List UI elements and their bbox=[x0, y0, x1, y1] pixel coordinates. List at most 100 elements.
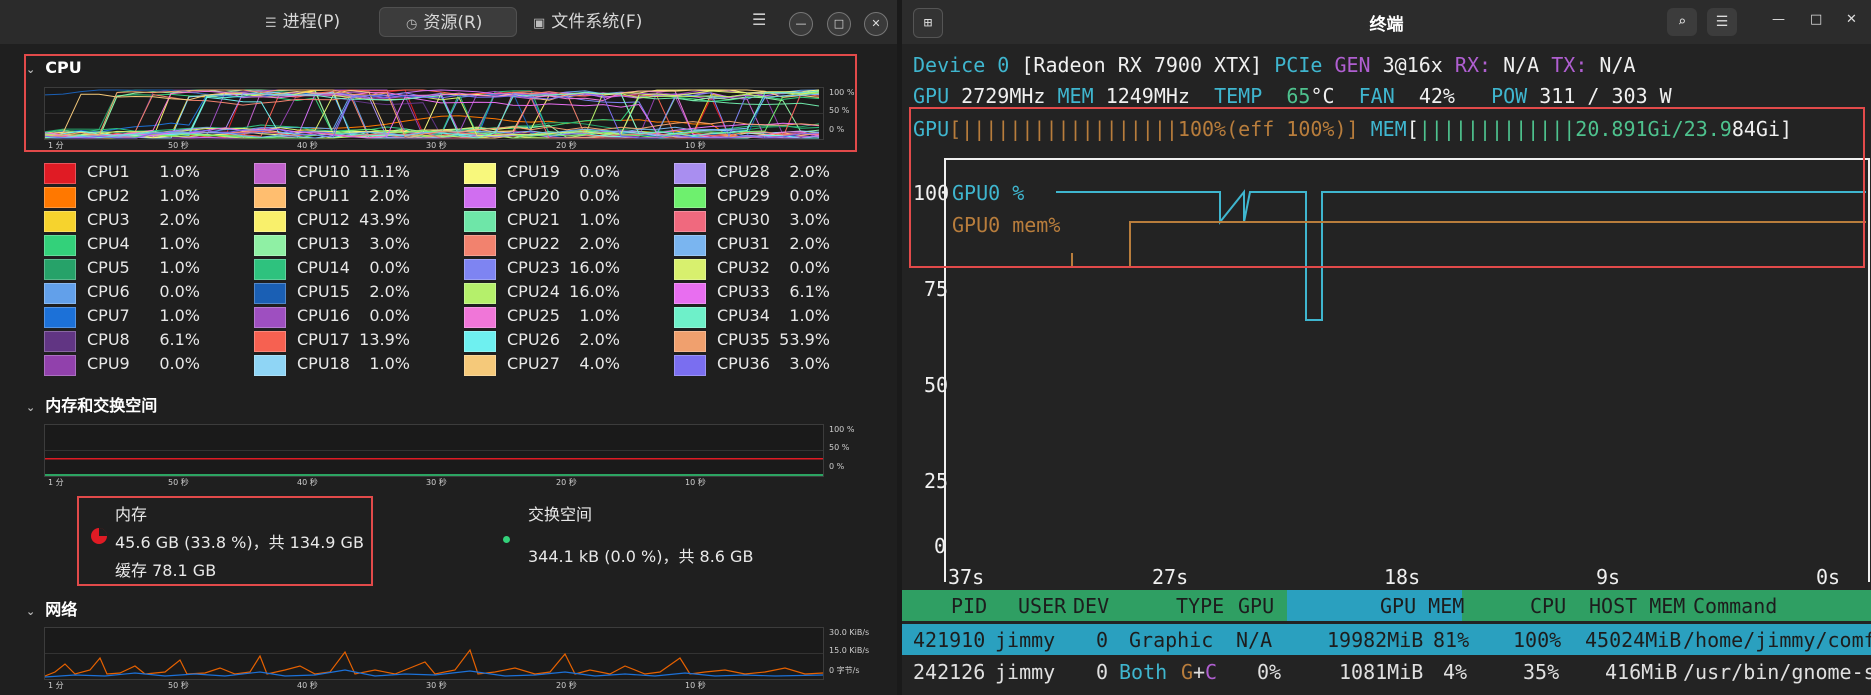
cpu-core-item[interactable]: CPU18 1.0% bbox=[254, 352, 454, 376]
col-dev[interactable]: DEV bbox=[1073, 594, 1109, 618]
cpu-color-swatch[interactable] bbox=[464, 307, 496, 328]
cpu-core-item[interactable]: CPU12 43.9% bbox=[254, 208, 454, 232]
cpu-color-swatch[interactable] bbox=[44, 235, 76, 256]
cpu-core-item[interactable]: CPU17 13.9% bbox=[254, 328, 454, 352]
cpu-color-swatch[interactable] bbox=[44, 163, 76, 184]
cpu-color-swatch[interactable] bbox=[44, 331, 76, 352]
col-command[interactable]: Command bbox=[1693, 594, 1777, 618]
cpu-color-swatch[interactable] bbox=[674, 163, 706, 184]
cpu-core-item[interactable]: CPU9 0.0% bbox=[44, 352, 244, 376]
minimize-button[interactable]: — bbox=[789, 12, 813, 36]
cpu-color-swatch[interactable] bbox=[44, 187, 76, 208]
cpu-color-swatch[interactable] bbox=[464, 163, 496, 184]
cpu-core-usage: 43.9% bbox=[359, 210, 410, 229]
cpu-core-item[interactable]: CPU24 16.0% bbox=[464, 280, 664, 304]
cpu-color-swatch[interactable] bbox=[674, 331, 706, 352]
hamburger-menu-icon[interactable]: ☰ bbox=[752, 10, 766, 29]
maximize-button[interactable]: □ bbox=[1810, 12, 1822, 27]
cpu-color-swatch[interactable] bbox=[44, 283, 76, 304]
cpu-core-item[interactable]: CPU32 0.0% bbox=[674, 256, 874, 280]
cpu-core-item[interactable]: CPU23 16.0% bbox=[464, 256, 664, 280]
close-button[interactable]: ✕ bbox=[1846, 12, 1857, 27]
cpu-core-item[interactable]: CPU11 2.0% bbox=[254, 184, 454, 208]
cpu-color-swatch[interactable] bbox=[674, 283, 706, 304]
process-row[interactable]: 421910 jimmy 0 Graphic N/A 19982MiB 81% … bbox=[902, 628, 1871, 659]
col-type[interactable]: TYPE bbox=[1176, 594, 1224, 618]
tab-filesystems[interactable]: ▣ 文件系统(F) bbox=[533, 7, 642, 37]
cpu-core-item[interactable]: CPU21 1.0% bbox=[464, 208, 664, 232]
cpu-core-item[interactable]: CPU31 2.0% bbox=[674, 232, 874, 256]
hamburger-menu-icon[interactable]: ☰ bbox=[1707, 8, 1737, 36]
cpu-core-item[interactable]: CPU6 0.0% bbox=[44, 280, 244, 304]
tab-label: 资源(R) bbox=[423, 13, 483, 33]
cpu-color-swatch[interactable] bbox=[464, 259, 496, 280]
cpu-color-swatch[interactable] bbox=[254, 187, 286, 208]
cpu-color-swatch[interactable] bbox=[254, 355, 286, 376]
cpu-core-item[interactable]: CPU35 53.9% bbox=[674, 328, 874, 352]
cpu-core-item[interactable]: CPU10 11.1% bbox=[254, 160, 454, 184]
cpu-color-swatch[interactable] bbox=[464, 211, 496, 232]
process-row[interactable]: 242126 jimmy 0 Both G + C 0% 1081MiB 4% … bbox=[902, 660, 1871, 691]
cpu-core-item[interactable]: CPU33 6.1% bbox=[674, 280, 874, 304]
cpu-color-swatch[interactable] bbox=[674, 235, 706, 256]
cpu-core-item[interactable]: CPU34 1.0% bbox=[674, 304, 874, 328]
cpu-core-item[interactable]: CPU25 1.0% bbox=[464, 304, 664, 328]
proc-command: /home/jimmy/comf bbox=[1683, 628, 1871, 652]
cpu-core-item[interactable]: CPU28 2.0% bbox=[674, 160, 874, 184]
cpu-color-swatch[interactable] bbox=[674, 307, 706, 328]
cpu-color-swatch[interactable] bbox=[254, 235, 286, 256]
network-section-header[interactable]: ⌄ 网络 bbox=[26, 596, 77, 620]
cpu-color-swatch[interactable] bbox=[674, 211, 706, 232]
cpu-core-item[interactable]: CPU15 2.0% bbox=[254, 280, 454, 304]
cpu-core-item[interactable]: CPU13 3.0% bbox=[254, 232, 454, 256]
minimize-button[interactable]: — bbox=[1772, 12, 1785, 27]
cpu-color-swatch[interactable] bbox=[44, 307, 76, 328]
cpu-color-swatch[interactable] bbox=[254, 163, 286, 184]
cpu-core-item[interactable]: CPU26 2.0% bbox=[464, 328, 664, 352]
cpu-core-item[interactable]: CPU3 2.0% bbox=[44, 208, 244, 232]
cpu-core-item[interactable]: CPU27 4.0% bbox=[464, 352, 664, 376]
cpu-color-swatch[interactable] bbox=[464, 355, 496, 376]
cpu-color-swatch[interactable] bbox=[464, 331, 496, 352]
cpu-core-item[interactable]: CPU14 0.0% bbox=[254, 256, 454, 280]
cpu-core-item[interactable]: CPU5 1.0% bbox=[44, 256, 244, 280]
col-cpu[interactable]: CPU bbox=[1530, 594, 1566, 618]
cpu-color-swatch[interactable] bbox=[674, 259, 706, 280]
cpu-color-swatch[interactable] bbox=[464, 187, 496, 208]
col-gpu[interactable]: GPU bbox=[1238, 594, 1274, 618]
col-user[interactable]: USER bbox=[1018, 594, 1066, 618]
search-icon[interactable]: ⌕ bbox=[1667, 8, 1697, 36]
cpu-color-swatch[interactable] bbox=[44, 211, 76, 232]
cpu-core-item[interactable]: CPU29 0.0% bbox=[674, 184, 874, 208]
cpu-core-item[interactable]: CPU16 0.0% bbox=[254, 304, 454, 328]
col-gpu-mem[interactable]: GPU MEM bbox=[1380, 594, 1464, 618]
cpu-color-swatch[interactable] bbox=[464, 283, 496, 304]
cpu-core-item[interactable]: CPU7 1.0% bbox=[44, 304, 244, 328]
cpu-core-item[interactable]: CPU36 3.0% bbox=[674, 352, 874, 376]
cpu-color-swatch[interactable] bbox=[254, 211, 286, 232]
cpu-core-item[interactable]: CPU19 0.0% bbox=[464, 160, 664, 184]
cpu-color-swatch[interactable] bbox=[254, 307, 286, 328]
tab-processes[interactable]: ☰ 进程(P) bbox=[265, 7, 340, 37]
cpu-core-item[interactable]: CPU30 3.0% bbox=[674, 208, 874, 232]
cpu-core-item[interactable]: CPU8 6.1% bbox=[44, 328, 244, 352]
cpu-color-swatch[interactable] bbox=[674, 355, 706, 376]
cpu-core-item[interactable]: CPU22 2.0% bbox=[464, 232, 664, 256]
cpu-color-swatch[interactable] bbox=[254, 331, 286, 352]
col-host-mem[interactable]: HOST MEM bbox=[1589, 594, 1685, 618]
cpu-color-swatch[interactable] bbox=[254, 283, 286, 304]
cpu-color-swatch[interactable] bbox=[254, 259, 286, 280]
cpu-core-item[interactable]: CPU20 0.0% bbox=[464, 184, 664, 208]
maximize-button[interactable]: □ bbox=[827, 12, 851, 36]
cpu-core-item[interactable]: CPU4 1.0% bbox=[44, 232, 244, 256]
cpu-color-swatch[interactable] bbox=[464, 235, 496, 256]
cpu-core-item[interactable]: CPU1 1.0% bbox=[44, 160, 244, 184]
memory-section-header[interactable]: ⌄ 内存和交换空间 bbox=[26, 392, 157, 416]
cpu-color-swatch[interactable] bbox=[44, 259, 76, 280]
tab-resources[interactable]: ◷ 资源(R) bbox=[379, 7, 517, 37]
cpu-core-item[interactable]: CPU2 1.0% bbox=[44, 184, 244, 208]
close-button[interactable]: ✕ bbox=[864, 12, 888, 36]
cpu-color-swatch[interactable] bbox=[44, 355, 76, 376]
cpu-color-swatch[interactable] bbox=[674, 187, 706, 208]
col-pid[interactable]: PID bbox=[951, 594, 987, 618]
